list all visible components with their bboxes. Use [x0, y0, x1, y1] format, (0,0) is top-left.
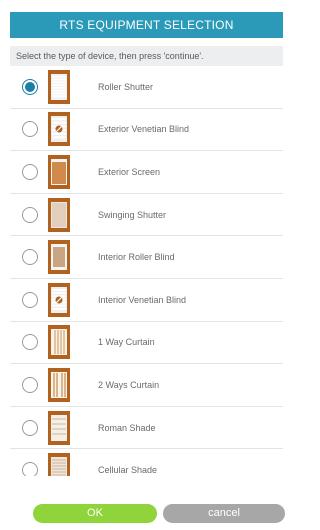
device-radio[interactable] — [22, 291, 38, 308]
interior-roller-blind-icon — [48, 240, 70, 275]
device-option[interactable]: Cellular Shade — [10, 449, 283, 476]
device-radio[interactable] — [22, 249, 38, 266]
device-radio[interactable] — [22, 419, 38, 436]
device-radio[interactable] — [22, 462, 38, 476]
device-radio[interactable] — [22, 121, 38, 138]
device-label: Cellular Shade — [98, 465, 158, 476]
device-label: Exterior Screen — [98, 166, 161, 177]
device-label: 2 Ways Curtain — [98, 379, 160, 390]
device-option[interactable]: Exterior Venetian Blind — [10, 109, 283, 152]
device-radio[interactable] — [22, 376, 38, 393]
ok-button[interactable]: OK — [33, 504, 157, 523]
device-option[interactable]: Exterior Screen — [10, 151, 283, 194]
device-label: Interior Roller Blind — [98, 252, 175, 263]
exterior-screen-icon — [48, 154, 70, 189]
device-option[interactable]: Roller Shutter — [10, 66, 283, 109]
instruction-text: Select the type of device, then press 'c… — [10, 46, 283, 66]
device-option[interactable]: Swinging Shutter — [10, 194, 283, 237]
device-label: Roller Shutter — [98, 81, 154, 92]
device-option[interactable]: Interior Roller Blind — [10, 236, 283, 279]
device-label: Roman Shade — [98, 422, 156, 433]
device-radio[interactable] — [22, 78, 38, 95]
page-title: RTS EQUIPMENT SELECTION — [10, 12, 283, 38]
device-label: 1 Way Curtain — [98, 337, 155, 348]
interior-venetian-blind-icon — [48, 282, 70, 317]
device-list: Roller Shutter Exterior Venetian Blind Ext… — [10, 66, 283, 476]
device-label: Swinging Shutter — [98, 209, 167, 220]
device-option[interactable]: 2 Ways Curtain — [10, 364, 283, 407]
device-option[interactable]: Interior Venetian Blind — [10, 279, 283, 322]
two-ways-curtain-icon — [48, 367, 70, 402]
device-label: Interior Venetian Blind — [98, 294, 187, 305]
cancel-button[interactable]: cancel — [163, 504, 285, 523]
device-option[interactable]: Roman Shade — [10, 407, 283, 450]
one-way-curtain-icon — [48, 325, 70, 360]
device-radio[interactable] — [22, 334, 38, 351]
device-radio[interactable] — [22, 163, 38, 180]
device-radio[interactable] — [22, 206, 38, 223]
roman-shade-icon — [48, 410, 70, 445]
device-label: Exterior Venetian Blind — [98, 124, 190, 135]
exterior-venetian-blind-icon — [48, 112, 70, 147]
swinging-shutter-icon — [48, 197, 70, 232]
cellular-shade-icon — [48, 453, 70, 476]
roller-shutter-icon — [48, 69, 70, 104]
device-option[interactable]: 1 Way Curtain — [10, 322, 283, 365]
